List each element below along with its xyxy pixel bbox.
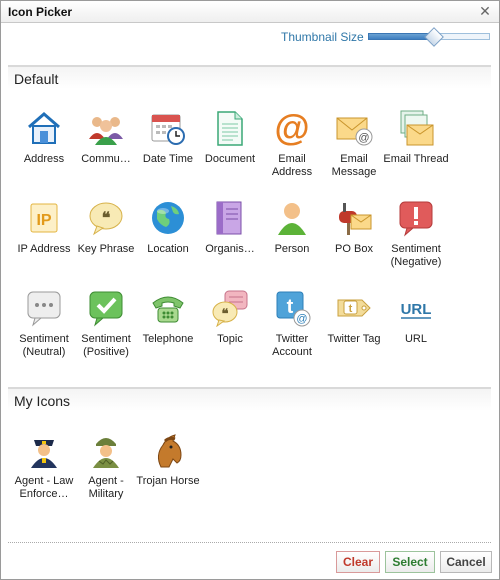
ip-icon: IP — [25, 199, 63, 237]
svg-text:@: @ — [296, 313, 307, 325]
icon-label: PO Box — [335, 243, 373, 255]
telephone-icon — [149, 289, 187, 327]
person-icon — [273, 199, 311, 237]
document-icon — [211, 109, 249, 147]
icon-tile-sentiment-negative[interactable]: Sentiment (Negative) — [385, 199, 447, 285]
icon-label: Person — [274, 243, 310, 255]
svg-text:t: t — [349, 303, 353, 315]
clear-button[interactable]: Clear — [336, 551, 380, 573]
icon-picker-dialog: Icon Picker ✕ Thumbnail Size Default Add… — [0, 0, 500, 580]
twitter-account-icon: t @ — [273, 289, 311, 327]
globe-icon — [149, 199, 187, 237]
icon-label: Twitter Account — [272, 333, 312, 358]
thumbnail-size-slider[interactable] — [368, 27, 490, 47]
section-title-my-icons: My Icons — [8, 389, 491, 411]
icon-tile-topic[interactable]: ❝ Topic — [199, 289, 261, 375]
dialog-title: Icon Picker — [8, 5, 73, 19]
icon-label: IP Address — [17, 243, 71, 255]
select-button[interactable]: Select — [385, 551, 435, 573]
icon-tile-telephone[interactable]: Telephone — [137, 289, 199, 375]
svg-text:@: @ — [358, 132, 369, 144]
icon-tile-trojan-horse[interactable]: Trojan Horse — [136, 431, 200, 517]
section-title-default: Default — [8, 67, 491, 89]
icon-tile-person[interactable]: Person — [261, 199, 323, 285]
title-bar: Icon Picker ✕ — [1, 1, 499, 23]
mailbox-icon — [335, 199, 373, 237]
community-icon — [87, 109, 125, 147]
at-sign-icon: @ — [273, 107, 311, 148]
icon-label: Sentiment (Neutral) — [19, 333, 69, 358]
icon-tile-twitter-account[interactable]: t @ Twitter Account — [261, 289, 323, 375]
svg-text:❝: ❝ — [222, 306, 229, 321]
twitter-tag-icon: t — [335, 289, 373, 327]
svg-text:URL: URL — [401, 301, 432, 318]
icon-label: Commu… — [81, 153, 131, 165]
url-icon: URL — [397, 289, 435, 327]
envelope-icon: @ — [335, 109, 373, 147]
quote-bubble-icon: ❝ — [87, 199, 125, 237]
icon-tile-organis[interactable]: Organis… — [199, 199, 261, 285]
icon-tile-email-message[interactable]: @ Email Message — [323, 109, 385, 195]
icon-label: Location — [147, 243, 189, 255]
icon-label: Email Message — [331, 153, 377, 178]
icon-tile-date-time[interactable]: Date Time — [137, 109, 199, 195]
default-section: Default Address Commu… Date Time Document @ E… — [8, 65, 491, 381]
police-officer-icon — [25, 431, 63, 469]
icon-label: Address — [23, 153, 65, 165]
my-icons-section: My Icons Agent - Law Enforce… Agent - Mil… — [8, 387, 491, 537]
icon-tile-email-address[interactable]: @ Email Address — [261, 107, 323, 195]
svg-text:@: @ — [274, 109, 309, 147]
icon-label: Twitter Tag — [327, 333, 381, 345]
slider-handle[interactable] — [424, 27, 444, 47]
icon-tile-address[interactable]: Address — [13, 109, 75, 195]
icon-label: Email Address — [271, 153, 313, 178]
thumbnail-size-label: Thumbnail Size — [281, 30, 364, 44]
icon-tile-ip-address[interactable]: IP IP Address — [13, 199, 75, 285]
icon-tile-agent-military[interactable]: Agent - Military — [75, 431, 137, 517]
binder-icon — [211, 199, 249, 237]
icon-label: URL — [404, 333, 427, 345]
icon-tile-email-thread[interactable]: Email Thread — [383, 109, 449, 195]
icon-tile-sentiment-positive[interactable]: Sentiment (Positive) — [75, 289, 137, 375]
icon-label: Organis… — [205, 243, 255, 255]
icon-tile-agent-law-enforce[interactable]: Agent - Law Enforce… — [13, 431, 75, 517]
icon-label: Sentiment (Negative) — [390, 243, 442, 268]
icon-tile-sentiment-neutral[interactable]: Sentiment (Neutral) — [13, 289, 75, 375]
email-thread-icon — [397, 109, 435, 147]
icon-tile-url[interactable]: URL URL — [385, 289, 447, 375]
icon-label: Telephone — [142, 333, 194, 345]
icon-label: Document — [204, 153, 256, 165]
icon-label: Agent - Law Enforce… — [14, 475, 74, 500]
footer-divider — [8, 542, 491, 543]
icon-tile-document[interactable]: Document — [199, 109, 261, 195]
icon-tile-commu[interactable]: Commu… — [75, 109, 137, 195]
icon-label: Sentiment (Positive) — [81, 333, 131, 358]
soldier-icon — [87, 431, 125, 469]
house-icon — [25, 109, 63, 147]
icon-tile-po-box[interactable]: PO Box — [323, 199, 385, 285]
calendar-clock-icon — [149, 109, 187, 147]
check-bubble-icon — [87, 289, 125, 327]
icon-label: Date Time — [142, 153, 194, 165]
trojan-horse-icon — [149, 431, 187, 469]
icon-label: Trojan Horse — [136, 475, 200, 487]
exclamation-bubble-icon — [397, 199, 435, 237]
icon-label: Key Phrase — [77, 243, 135, 255]
icon-label: Email Thread — [383, 153, 449, 165]
svg-text:t: t — [287, 296, 294, 318]
icon-tile-twitter-tag[interactable]: t Twitter Tag — [323, 289, 385, 375]
topic-bubbles-icon: ❝ — [211, 289, 249, 328]
ellipsis-bubble-icon — [25, 289, 63, 327]
icon-tile-key-phrase[interactable]: ❝ Key Phrase — [75, 199, 137, 285]
icon-label: Agent - Military — [88, 475, 124, 500]
svg-text:IP: IP — [36, 212, 51, 229]
icon-tile-location[interactable]: Location — [137, 199, 199, 285]
close-icon[interactable]: ✕ — [478, 4, 492, 18]
svg-text:❝: ❝ — [102, 210, 111, 227]
cancel-button[interactable]: Cancel — [440, 551, 492, 573]
icon-label: Topic — [217, 333, 243, 345]
